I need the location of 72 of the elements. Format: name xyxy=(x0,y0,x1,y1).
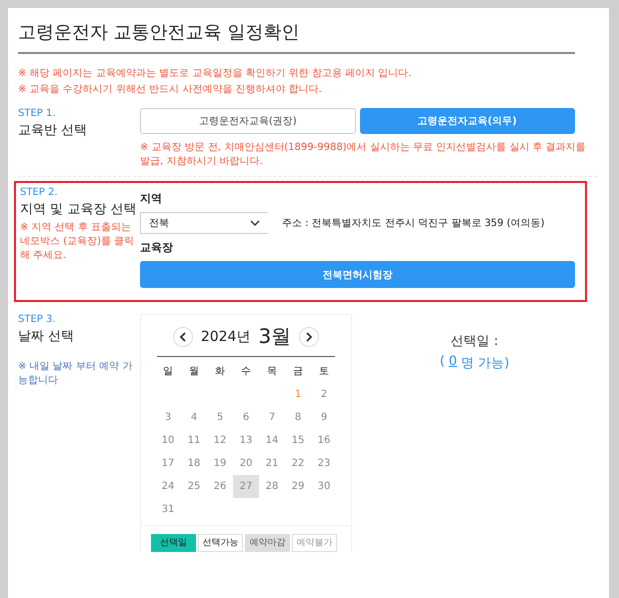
calendar-day[interactable]: 9 xyxy=(311,406,337,429)
step-heading: 교육반 선택 xyxy=(18,122,88,139)
calendar-day[interactable]: 24 xyxy=(155,475,181,498)
legend-item: 선택일 xyxy=(151,534,196,552)
calendar-day[interactable]: 17 xyxy=(155,452,181,475)
course-option-button[interactable]: 고령운전자교육(권장) xyxy=(140,108,356,134)
weekday-header: 토 xyxy=(318,365,330,379)
region-label: 지역 xyxy=(140,191,163,206)
calendar-day[interactable]: 27 xyxy=(233,475,259,498)
calendar-day[interactable]: 21 xyxy=(259,452,285,475)
course-option-button[interactable]: 고령운전자교육(의무) xyxy=(360,108,575,134)
legend-item: 선택가능 xyxy=(198,534,243,552)
calendar-day[interactable]: 4 xyxy=(181,406,207,429)
region-dropdown[interactable]: 전북 xyxy=(140,212,268,234)
chevron-down-icon xyxy=(250,220,260,226)
calendar-day[interactable]: 28 xyxy=(259,475,285,498)
calendar-day[interactable]: 15 xyxy=(285,429,311,452)
calendar-day[interactable]: 30 xyxy=(311,475,337,498)
next-month-button[interactable] xyxy=(299,326,320,346)
calendar-day[interactable]: 31 xyxy=(155,498,181,521)
step-label: STEP 2. xyxy=(20,187,59,198)
calendar-day[interactable]: 2 xyxy=(311,383,337,406)
calendar-day[interactable]: 26 xyxy=(207,475,233,498)
calendar-day[interactable]: 25 xyxy=(181,475,207,498)
calendar-day[interactable]: 6 xyxy=(233,406,259,429)
chevron-right-icon xyxy=(304,332,314,342)
step-heading: 날짜 선택 xyxy=(18,328,76,345)
calendar-day[interactable]: 14 xyxy=(259,429,285,452)
step-label: STEP 3. xyxy=(18,314,57,325)
notice-text: ※ 지역 선택 후 표출되는 네모박스 (교육장)를 클릭해 주세요. xyxy=(20,221,136,262)
notice-text: ※ 해당 페이지는 교육예약과는 별도로 교육일정을 확인하기 위한 참고용 페이지 입니다. xyxy=(18,67,412,80)
calendar-day[interactable]: 12 xyxy=(207,429,233,452)
weekday-header: 금 xyxy=(292,365,304,379)
calendar-day[interactable]: 19 xyxy=(207,452,233,475)
calendar-day[interactable]: 13 xyxy=(233,429,259,452)
calendar-day[interactable]: 18 xyxy=(181,452,207,475)
legend-item: 예약불가 xyxy=(292,534,337,552)
selected-date-label: 선택일 : xyxy=(450,333,498,350)
weekday-header: 일 xyxy=(162,365,174,379)
calendar-day[interactable]: 1 xyxy=(285,383,311,406)
step-heading: 지역 및 교육장 선택 xyxy=(20,201,138,218)
calendar-day[interactable]: 10 xyxy=(155,429,181,452)
calendar-year: 2024년 xyxy=(200,328,250,346)
previous-month-button[interactable] xyxy=(172,326,193,346)
step-label: STEP 1. xyxy=(18,108,57,119)
capacity-text: 명 가능) xyxy=(461,355,510,372)
notice-text: ※ 교육을 수강하시기 위해선 반드시 사전예약을 진행하셔야 합니다. xyxy=(18,83,323,96)
calendar-day[interactable]: 5 xyxy=(207,406,233,429)
address-text: 주소 : 전북특별자치도 전주시 덕진구 팔복로 359 (여의동) xyxy=(282,217,545,230)
notice-text: ※ 내일 날짜 부터 예약 가능합니다 xyxy=(18,360,134,387)
notice-text: ※ 교육장 방문 전, 치매안심센터(1899-9988)에서 실시하는 무료 인지선별검사를 실시 후 결과지를 발급, 지참하시기 바랍니다. xyxy=(140,141,587,168)
chevron-left-icon xyxy=(178,332,188,342)
calendar-day[interactable]: 11 xyxy=(181,429,207,452)
calendar-day[interactable]: 23 xyxy=(311,452,337,475)
weekday-header: 월 xyxy=(188,365,200,379)
calendar-month: 3월 xyxy=(258,323,292,350)
calendar-day[interactable]: 22 xyxy=(285,452,311,475)
capacity-bracket: ( xyxy=(440,354,445,371)
page-title: 고령운전자 교통안전교육 일정확인 xyxy=(18,18,575,54)
legend-item: 예약마감 xyxy=(245,534,290,552)
weekday-header: 목 xyxy=(266,365,278,379)
calendar-day[interactable]: 7 xyxy=(259,406,285,429)
capacity-count: 0 xyxy=(448,354,458,371)
calendar-day[interactable]: 3 xyxy=(155,406,181,429)
calendar-day[interactable]: 16 xyxy=(311,429,337,452)
calendar-day[interactable]: 20 xyxy=(233,452,259,475)
venue-button[interactable]: 전북면허시험장 xyxy=(140,261,575,288)
calendar-day[interactable]: 29 xyxy=(285,475,311,498)
venue-label: 교육장 xyxy=(140,240,174,255)
calendar-day[interactable]: 8 xyxy=(285,406,311,429)
weekday-header: 수 xyxy=(240,365,252,379)
weekday-header: 화 xyxy=(214,365,226,379)
